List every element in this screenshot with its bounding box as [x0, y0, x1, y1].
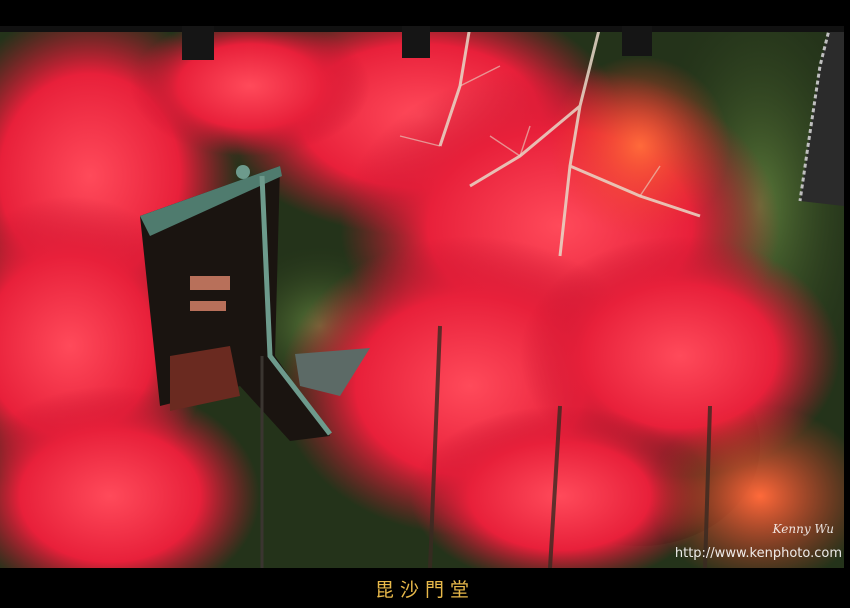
- photo-caption: 毘沙門堂: [374, 578, 475, 601]
- photo-frame: Kenny Wu http://www.kenphoto.com 毘沙門堂: [0, 0, 850, 608]
- caption-bar: 毘沙門堂: [0, 568, 850, 608]
- photographer-signature: Kenny Wu: [772, 522, 834, 536]
- photo-artwork: [0, 26, 844, 568]
- watermark-url: http://www.kenphoto.com: [674, 546, 842, 561]
- photograph-autumn-temple: [0, 26, 844, 568]
